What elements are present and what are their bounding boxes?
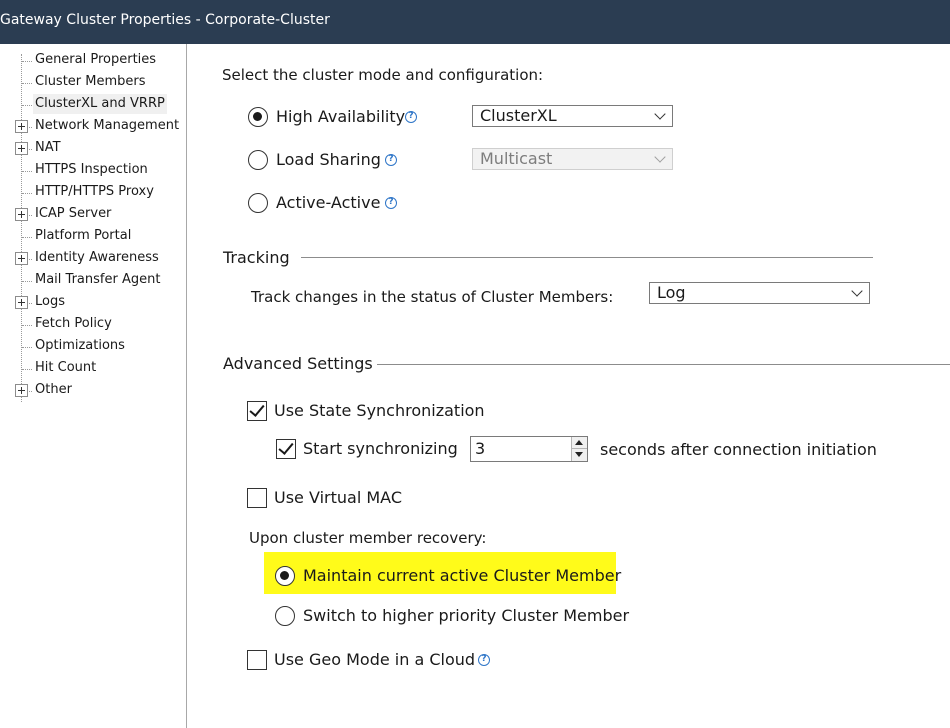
start-sync-label[interactable]: Start synchronizing bbox=[303, 439, 458, 459]
load-sharing-label[interactable]: Load Sharing bbox=[276, 150, 381, 170]
tree-item-mail-transfer-agent[interactable]: Mail Transfer Agent bbox=[33, 270, 162, 290]
tree-item-http-https-proxy[interactable]: HTTP/HTTPS Proxy bbox=[33, 182, 156, 202]
active-active-radio[interactable] bbox=[248, 193, 268, 213]
tracking-divider bbox=[301, 257, 873, 258]
tree-item-fetch-policy[interactable]: Fetch Policy bbox=[33, 314, 114, 334]
tree-item-cluster-members[interactable]: Cluster Members bbox=[33, 72, 148, 92]
active-active-label[interactable]: Active-Active bbox=[276, 193, 380, 213]
maintain-active-radio[interactable] bbox=[275, 566, 295, 586]
advanced-divider bbox=[377, 364, 950, 365]
help-icon[interactable]: ? bbox=[385, 154, 397, 166]
tree-item-hit-count[interactable]: Hit Count bbox=[33, 358, 98, 378]
tree-item-clusterxl-vrrp[interactable]: ClusterXL and VRRP bbox=[33, 94, 167, 114]
load-sharing-radio[interactable] bbox=[248, 150, 268, 170]
tree-item-platform-portal[interactable]: Platform Portal bbox=[33, 226, 133, 246]
mode-heading: Select the cluster mode and configuratio… bbox=[222, 66, 544, 84]
tree-item-https-inspection[interactable]: HTTPS Inspection bbox=[33, 160, 150, 180]
tree-item-logs[interactable]: Logs bbox=[33, 292, 67, 312]
navigation-tree: General Properties Cluster Members Clust… bbox=[0, 44, 187, 728]
tracking-heading: Tracking bbox=[223, 248, 290, 267]
clusterxl-panel: Select the cluster mode and configuratio… bbox=[188, 44, 950, 728]
spinner-buttons bbox=[571, 437, 587, 461]
plus-icon[interactable] bbox=[15, 208, 28, 221]
geo-mode-label[interactable]: Use Geo Mode in a Cloud bbox=[274, 650, 475, 670]
help-icon[interactable]: ? bbox=[478, 654, 490, 666]
help-icon[interactable]: ? bbox=[405, 111, 417, 123]
plus-icon[interactable] bbox=[15, 384, 28, 397]
geo-mode-checkbox[interactable] bbox=[247, 650, 267, 670]
switch-priority-label[interactable]: Switch to higher priority Cluster Member bbox=[303, 606, 629, 626]
help-icon[interactable]: ? bbox=[385, 197, 397, 209]
load-sharing-select: Multicast bbox=[472, 148, 673, 170]
high-availability-radio[interactable] bbox=[248, 107, 268, 127]
load-sharing-value: Multicast bbox=[480, 149, 553, 168]
tracking-label: Track changes in the status of Cluster M… bbox=[251, 288, 614, 306]
tree-item-icap-server[interactable]: ICAP Server bbox=[33, 204, 113, 224]
chevron-down-icon bbox=[654, 151, 666, 163]
title-bar: Gateway Cluster Properties - Corporate-C… bbox=[0, 0, 950, 44]
plus-icon[interactable] bbox=[15, 120, 28, 133]
high-availability-label[interactable]: High Availability bbox=[276, 107, 405, 127]
tracking-value: Log bbox=[657, 283, 686, 302]
sync-seconds-value: 3 bbox=[475, 439, 486, 458]
tree-item-general-properties[interactable]: General Properties bbox=[33, 50, 158, 70]
plus-icon[interactable] bbox=[15, 296, 28, 309]
spin-down-icon[interactable] bbox=[572, 449, 587, 461]
maintain-active-label[interactable]: Maintain current active Cluster Member bbox=[303, 566, 621, 586]
tree-item-optimizations[interactable]: Optimizations bbox=[33, 336, 127, 356]
state-sync-checkbox[interactable] bbox=[247, 401, 267, 421]
spin-up-icon[interactable] bbox=[572, 437, 587, 449]
sync-seconds-spinner[interactable]: 3 bbox=[470, 436, 588, 462]
virtual-mac-checkbox[interactable] bbox=[247, 488, 267, 508]
ha-mode-select[interactable]: ClusterXL bbox=[472, 105, 673, 127]
recovery-label: Upon cluster member recovery: bbox=[249, 529, 487, 547]
plus-icon[interactable] bbox=[15, 252, 28, 265]
tree-item-nat[interactable]: NAT bbox=[33, 138, 63, 158]
start-sync-suffix: seconds after connection initiation bbox=[600, 440, 877, 459]
plus-icon[interactable] bbox=[15, 142, 28, 155]
tree-item-other[interactable]: Other bbox=[33, 380, 74, 400]
chevron-down-icon bbox=[654, 108, 666, 120]
ha-mode-value: ClusterXL bbox=[480, 106, 557, 125]
tree-item-identity-awareness[interactable]: Identity Awareness bbox=[33, 248, 161, 268]
tree-item-network-management[interactable]: Network Management bbox=[33, 116, 181, 136]
advanced-heading: Advanced Settings bbox=[223, 354, 373, 373]
virtual-mac-label[interactable]: Use Virtual MAC bbox=[274, 488, 402, 508]
tracking-select[interactable]: Log bbox=[649, 282, 870, 304]
chevron-down-icon bbox=[851, 285, 863, 297]
start-sync-checkbox[interactable] bbox=[276, 439, 296, 459]
tree-guide-line bbox=[21, 54, 22, 402]
window-title: Gateway Cluster Properties - Corporate-C… bbox=[0, 12, 330, 28]
state-sync-label[interactable]: Use State Synchronization bbox=[274, 401, 485, 421]
switch-priority-radio[interactable] bbox=[275, 606, 295, 626]
